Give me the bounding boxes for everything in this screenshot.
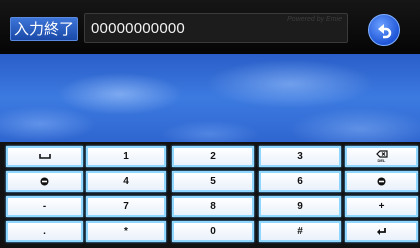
pause-key[interactable] xyxy=(6,171,83,192)
minus-circle-icon xyxy=(40,177,49,186)
backspace-key[interactable]: DEL xyxy=(345,146,418,167)
top-bar: 入力終了 00000000000 Powered by Emie xyxy=(0,0,420,54)
star-key[interactable]: * xyxy=(86,221,166,242)
space-key[interactable] xyxy=(6,146,83,167)
key-7[interactable]: 7 xyxy=(86,196,166,217)
key-0[interactable]: 0 xyxy=(172,221,254,242)
number-value: 00000000000 xyxy=(91,20,185,37)
back-button[interactable] xyxy=(368,14,400,46)
number-input[interactable]: 00000000000 Powered by Emie xyxy=(84,13,348,43)
dash-key[interactable]: - xyxy=(6,196,83,217)
background-sky-image xyxy=(0,54,420,142)
key-2[interactable]: 2 xyxy=(172,146,254,167)
backspace-caption: DEL xyxy=(377,158,386,163)
done-button[interactable]: 入力終了 xyxy=(10,17,78,41)
backspace-icon xyxy=(375,150,388,158)
keypad: 1 2 3 DEL 4 5 6 - 7 8 9 + . * 0 # xyxy=(0,142,420,248)
wait-key[interactable] xyxy=(345,171,418,192)
undo-arrow-icon xyxy=(378,24,392,39)
dot-key[interactable]: . xyxy=(6,221,83,242)
powered-by-text: Powered by Emie xyxy=(287,16,342,23)
enter-key[interactable] xyxy=(345,221,418,242)
hash-key[interactable]: # xyxy=(259,221,341,242)
key-9[interactable]: 9 xyxy=(259,196,341,217)
plus-key[interactable]: + xyxy=(345,196,418,217)
key-8[interactable]: 8 xyxy=(172,196,254,217)
enter-icon xyxy=(377,227,386,235)
key-5[interactable]: 5 xyxy=(172,171,254,192)
key-6[interactable]: 6 xyxy=(259,171,341,192)
key-4[interactable]: 4 xyxy=(86,171,166,192)
minus-circle-icon xyxy=(377,177,386,186)
key-3[interactable]: 3 xyxy=(259,146,341,167)
space-icon xyxy=(38,154,51,160)
key-1[interactable]: 1 xyxy=(86,146,166,167)
